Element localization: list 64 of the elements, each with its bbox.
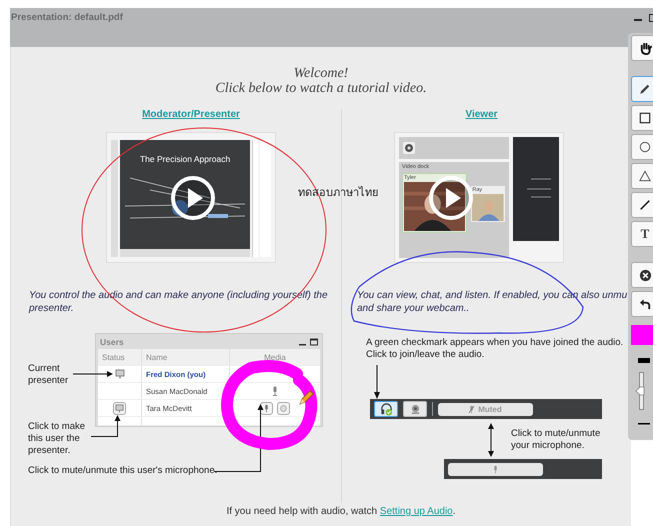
maximize-icon[interactable] xyxy=(649,14,653,22)
clear-button[interactable] xyxy=(631,262,653,288)
callout-text: Click to mute/unmute your microphone. xyxy=(511,428,602,452)
callout-text: Click to mute/unmute this user's microphone. xyxy=(28,465,218,477)
microphone-icon xyxy=(493,464,498,474)
pencil-tool-button[interactable] xyxy=(631,76,653,102)
column-header[interactable]: Status xyxy=(98,349,142,365)
line-width-icon xyxy=(638,358,650,363)
presenter-icon xyxy=(115,404,124,412)
arrow xyxy=(374,365,380,399)
hand-tool-button[interactable] xyxy=(631,35,653,61)
triangle-tool-button[interactable] xyxy=(631,163,653,189)
headset-icon xyxy=(380,402,392,416)
callout-text: Click to make this user the presenter. xyxy=(28,421,86,457)
video-title: The Precision Approach xyxy=(140,154,230,164)
color-swatch[interactable] xyxy=(631,325,653,345)
video-thumbnail[interactable]: The Precision Approach xyxy=(106,132,276,263)
presenter-icon xyxy=(114,369,124,379)
triangle-icon xyxy=(639,170,651,182)
play-icon[interactable] xyxy=(170,174,216,220)
settings-icon xyxy=(403,142,415,154)
arrow xyxy=(91,415,121,439)
circle-icon xyxy=(280,404,287,412)
rectangle-icon xyxy=(639,112,651,124)
pencil-icon xyxy=(639,83,651,95)
panel-title: Users xyxy=(100,336,124,346)
mute-button[interactable] xyxy=(448,462,543,476)
microphone-icon xyxy=(272,386,278,396)
line-width-icon xyxy=(638,423,650,425)
help-link[interactable]: Setting up Audio xyxy=(380,506,453,517)
tutorial-link[interactable]: Viewer xyxy=(465,109,498,120)
microphone-icon xyxy=(264,404,269,412)
slide-heading: Click below to watch a tutorial video. xyxy=(215,81,427,96)
play-icon[interactable] xyxy=(428,174,474,220)
line-tool-button[interactable] xyxy=(631,192,653,218)
callout-text: A green checkmark appears when you have joined the audio. Click to join/leave the audio. xyxy=(366,337,624,361)
rectangle-tool-button[interactable] xyxy=(631,105,653,131)
ellipse-tool-button[interactable] xyxy=(631,134,653,160)
callout-text: Current presenter xyxy=(28,363,70,387)
column-header[interactable]: Name xyxy=(142,349,230,365)
window-title: Presentation: default.pdf xyxy=(11,12,123,23)
text-tool-button[interactable]: T xyxy=(631,221,653,247)
undo-button[interactable] xyxy=(631,291,653,317)
circle-icon xyxy=(639,141,651,153)
slide-heading: Welcome! xyxy=(294,66,348,81)
double-arrow xyxy=(487,423,495,457)
hand-icon xyxy=(638,42,652,54)
make-presenter-button[interactable] xyxy=(113,402,126,414)
line-icon xyxy=(639,199,651,211)
close-icon xyxy=(638,268,652,282)
caption-text: and share your webcam.. xyxy=(357,302,470,315)
arrow xyxy=(73,371,113,377)
undo-icon xyxy=(638,298,652,310)
column-header[interactable]: Media xyxy=(230,349,320,365)
minimize-icon[interactable] xyxy=(634,19,642,22)
mute-button[interactable]: Muted xyxy=(438,402,533,416)
slider-thumb[interactable] xyxy=(635,386,645,396)
microphone-icon xyxy=(469,404,474,414)
maximize-icon[interactable] xyxy=(310,338,318,346)
help-text: If you need help with audio, watch Setting up Audio. xyxy=(226,506,456,517)
webcam-button[interactable] xyxy=(403,401,427,417)
tutorial-link[interactable]: Moderator/Presenter xyxy=(142,109,240,120)
headset-button[interactable] xyxy=(374,401,398,417)
pencil-icon xyxy=(298,390,314,406)
